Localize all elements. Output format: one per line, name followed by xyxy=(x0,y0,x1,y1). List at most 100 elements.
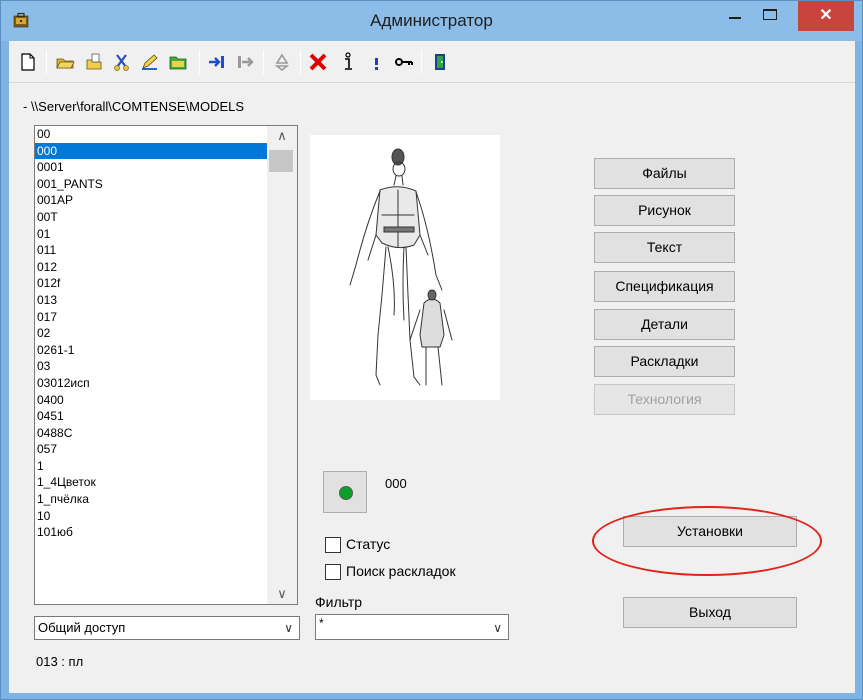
list-item[interactable]: 101юб xyxy=(35,524,267,541)
key-button[interactable] xyxy=(393,51,415,73)
open-file-icon xyxy=(86,53,102,70)
edit-pencil-button[interactable] xyxy=(139,51,161,73)
app-window: Администратор ✕ - \\Server\forall\COMTEN… xyxy=(0,0,863,700)
access-combo[interactable]: Общий доступ ∨ xyxy=(34,616,300,640)
technology-button[interactable]: Технология xyxy=(594,384,735,415)
list-item[interactable]: 0488C xyxy=(35,425,267,442)
red-annotation-ellipse xyxy=(592,506,822,576)
import-button[interactable] xyxy=(206,51,228,73)
chevron-down-icon[interactable]: ∨ xyxy=(284,617,293,639)
search-layouts-checkbox-label: Поиск раскладок xyxy=(346,563,456,579)
list-item[interactable]: 10 xyxy=(35,508,267,525)
scroll-down-arrow-icon[interactable]: ∨ xyxy=(267,584,297,604)
folder-green-icon xyxy=(169,56,187,70)
export-arrow-icon xyxy=(238,56,254,68)
list-item[interactable]: 1 xyxy=(35,458,267,475)
models-list: 00 000 0001 001_PANTS 001AP 00T 01 011 012 012f 01… xyxy=(35,126,267,541)
text-button[interactable]: Текст xyxy=(594,232,735,263)
chevron-down-icon[interactable]: ∨ xyxy=(493,615,502,641)
list-item[interactable]: 013 xyxy=(35,292,267,309)
info-button[interactable] xyxy=(337,51,359,73)
filter-combo[interactable]: * ∨ xyxy=(315,614,509,640)
green-folder-button[interactable] xyxy=(167,51,189,73)
list-item[interactable]: 0261-1 xyxy=(35,342,267,359)
models-listbox[interactable]: 00 000 0001 001_PANTS 001AP 00T 01 011 012 012f 01… xyxy=(34,125,298,605)
list-item[interactable]: 0400 xyxy=(35,392,267,409)
recycle-icon xyxy=(274,53,290,72)
maximize-icon xyxy=(763,9,777,20)
export-button[interactable] xyxy=(234,51,256,73)
open-folder-button[interactable] xyxy=(54,51,76,73)
open-file-button[interactable] xyxy=(83,51,105,73)
list-item[interactable]: 001AP xyxy=(35,192,267,209)
exit-door-button[interactable] xyxy=(429,51,451,73)
specification-button[interactable]: Спецификация xyxy=(594,271,735,302)
cut-tool-icon xyxy=(114,54,129,71)
import-arrow-icon xyxy=(209,56,224,68)
recycle-button[interactable] xyxy=(271,51,293,73)
delete-x-icon xyxy=(309,53,327,71)
list-item[interactable]: 012 xyxy=(35,259,267,276)
exit-button[interactable]: Выход xyxy=(623,597,797,628)
search-layouts-checkbox[interactable] xyxy=(325,564,341,580)
list-item[interactable]: 0451 xyxy=(35,408,267,425)
list-item[interactable]: 057 xyxy=(35,441,267,458)
minimize-icon xyxy=(729,17,741,19)
close-button[interactable]: ✕ xyxy=(798,1,854,31)
cut-tool-button[interactable] xyxy=(111,51,133,73)
drawing-button[interactable]: Рисунок xyxy=(594,195,735,226)
minimize-button[interactable] xyxy=(721,1,749,30)
filter-label: Фильтр xyxy=(315,594,363,610)
exclamation-icon xyxy=(375,58,378,70)
fashion-sketch-image xyxy=(349,148,453,386)
toolbar xyxy=(9,41,855,83)
close-icon: ✕ xyxy=(819,7,833,24)
list-item[interactable]: 017 xyxy=(35,309,267,326)
toolbar-separator xyxy=(46,50,47,74)
toolbar-separator xyxy=(421,50,422,74)
list-item[interactable]: 000 xyxy=(35,142,267,160)
layouts-button[interactable]: Раскладки xyxy=(594,346,735,377)
list-item[interactable]: 1_4Цветок xyxy=(35,474,267,491)
edit-pencil-icon xyxy=(142,54,158,70)
list-item[interactable]: 011 xyxy=(35,242,267,259)
list-item[interactable]: 001_PANTS xyxy=(35,176,267,193)
toolbar-separator xyxy=(300,50,301,74)
toolbar-separator xyxy=(199,50,200,74)
maximize-button[interactable] xyxy=(756,1,784,30)
scroll-thumb[interactable] xyxy=(269,150,293,172)
files-button[interactable]: Файлы xyxy=(594,158,735,189)
current-model-code: 000 xyxy=(385,476,407,491)
status-text: 013 : пл xyxy=(36,654,84,669)
list-scrollbar[interactable]: ∧ ∨ xyxy=(267,126,297,604)
status-indicator-button[interactable] xyxy=(323,471,367,513)
details-button[interactable]: Детали xyxy=(594,309,735,340)
model-preview-image xyxy=(310,135,500,400)
new-document-icon xyxy=(21,53,35,71)
filter-combo-value: * xyxy=(319,616,324,630)
list-item[interactable]: 00T xyxy=(35,209,267,226)
status-checkbox[interactable] xyxy=(325,537,341,553)
scroll-up-arrow-icon[interactable]: ∧ xyxy=(267,126,297,146)
title-bar[interactable]: Администратор ✕ xyxy=(1,1,862,41)
green-led-icon xyxy=(339,486,353,500)
list-item[interactable]: 00 xyxy=(35,126,267,143)
access-combo-value: Общий доступ xyxy=(38,620,126,635)
list-item[interactable]: 012f xyxy=(35,275,267,292)
alert-button[interactable] xyxy=(365,51,387,73)
models-path: - \\Server\forall\COMTENSE\MODELS xyxy=(23,99,245,114)
list-item[interactable]: 03012исп xyxy=(35,375,267,392)
list-item[interactable]: 02 xyxy=(35,325,267,342)
open-folder-icon xyxy=(56,58,75,69)
list-item[interactable]: 0001 xyxy=(35,159,267,176)
new-document-button[interactable] xyxy=(17,51,39,73)
client-area: - \\Server\forall\COMTENSE\MODELS 00 000 0… xyxy=(9,41,855,693)
delete-button[interactable] xyxy=(307,51,329,73)
status-checkbox-label: Статус xyxy=(346,536,391,552)
list-item[interactable]: 01 xyxy=(35,226,267,243)
exit-door-icon xyxy=(435,54,445,70)
list-item[interactable]: 03 xyxy=(35,358,267,375)
key-icon xyxy=(395,58,413,66)
list-item[interactable]: 1_пчёлка xyxy=(35,491,267,508)
info-icon xyxy=(345,52,352,70)
